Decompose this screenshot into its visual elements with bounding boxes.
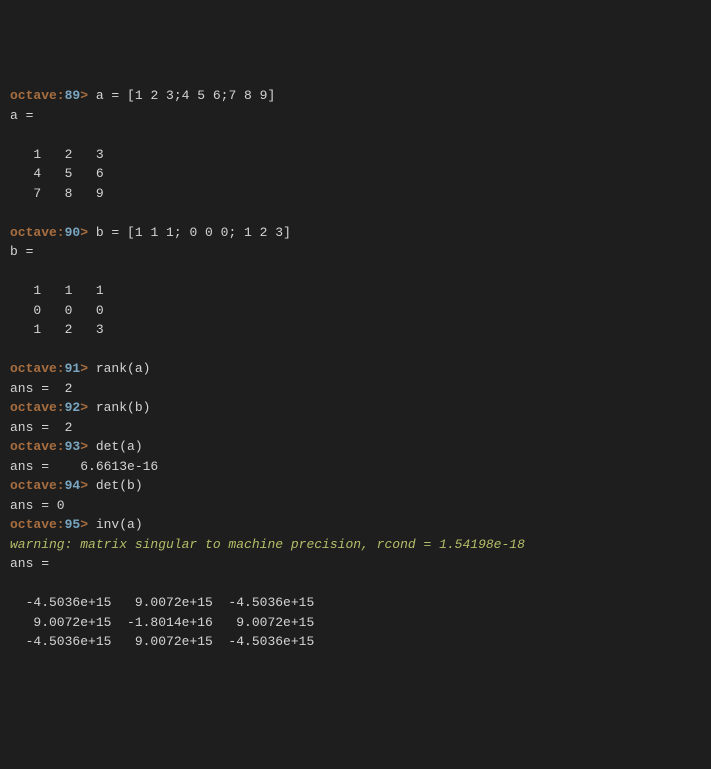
prompt-line-number: 92 <box>65 400 81 415</box>
prompt-app-name: octave: <box>10 400 65 415</box>
terminal-output[interactable]: octave:89> a = [1 2 3;4 5 6;7 8 9]a = 1 … <box>10 86 701 671</box>
prompt-app-name: octave: <box>10 88 65 103</box>
prompt-app-name: octave: <box>10 361 65 376</box>
prompt-gt: > <box>80 88 88 103</box>
prompt-app-name: octave: <box>10 439 65 454</box>
prompt-line[interactable]: octave:90> b = [1 1 1; 0 0 0; 1 2 3] <box>10 223 701 243</box>
prompt-line[interactable]: octave:92> rank(b) <box>10 398 701 418</box>
output-text: ans = 2 <box>10 379 701 399</box>
prompt-line[interactable]: octave:93> det(a) <box>10 437 701 457</box>
prompt-app-name: octave: <box>10 225 65 240</box>
prompt-gt: > <box>80 517 88 532</box>
prompt-gt: > <box>80 400 88 415</box>
command-text: det(b) <box>88 478 143 493</box>
prompt-line-number: 89 <box>65 88 81 103</box>
output-text: ans = 2 <box>10 418 701 438</box>
prompt-line-number: 90 <box>65 225 81 240</box>
command-text: b = [1 1 1; 0 0 0; 1 2 3] <box>88 225 291 240</box>
prompt-gt: > <box>80 439 88 454</box>
prompt-gt: > <box>80 478 88 493</box>
output-text: ans = -4.5036e+15 9.0072e+15 -4.5036e+15… <box>10 554 701 671</box>
prompt-line[interactable]: octave:94> det(b) <box>10 476 701 496</box>
prompt-line[interactable]: octave:91> rank(a) <box>10 359 701 379</box>
prompt-gt: > <box>80 361 88 376</box>
command-text: inv(a) <box>88 517 143 532</box>
command-text: rank(b) <box>88 400 150 415</box>
prompt-line[interactable]: octave:95> inv(a) <box>10 515 701 535</box>
prompt-line[interactable]: octave:89> a = [1 2 3;4 5 6;7 8 9] <box>10 86 701 106</box>
prompt-line-number: 95 <box>65 517 81 532</box>
output-text: ans = 0 <box>10 496 701 516</box>
command-text: a = [1 2 3;4 5 6;7 8 9] <box>88 88 275 103</box>
warning-text: warning: matrix singular to machine prec… <box>10 535 701 555</box>
command-text: rank(a) <box>88 361 150 376</box>
prompt-line-number: 91 <box>65 361 81 376</box>
prompt-gt: > <box>80 225 88 240</box>
prompt-line-number: 94 <box>65 478 81 493</box>
command-text: det(a) <box>88 439 143 454</box>
output-text: ans = 6.6613e-16 <box>10 457 701 477</box>
prompt-line-number: 93 <box>65 439 81 454</box>
prompt-app-name: octave: <box>10 478 65 493</box>
output-text: b = 1 1 1 0 0 0 1 2 3 <box>10 242 701 359</box>
prompt-app-name: octave: <box>10 517 65 532</box>
output-text: a = 1 2 3 4 5 6 7 8 9 <box>10 106 701 223</box>
